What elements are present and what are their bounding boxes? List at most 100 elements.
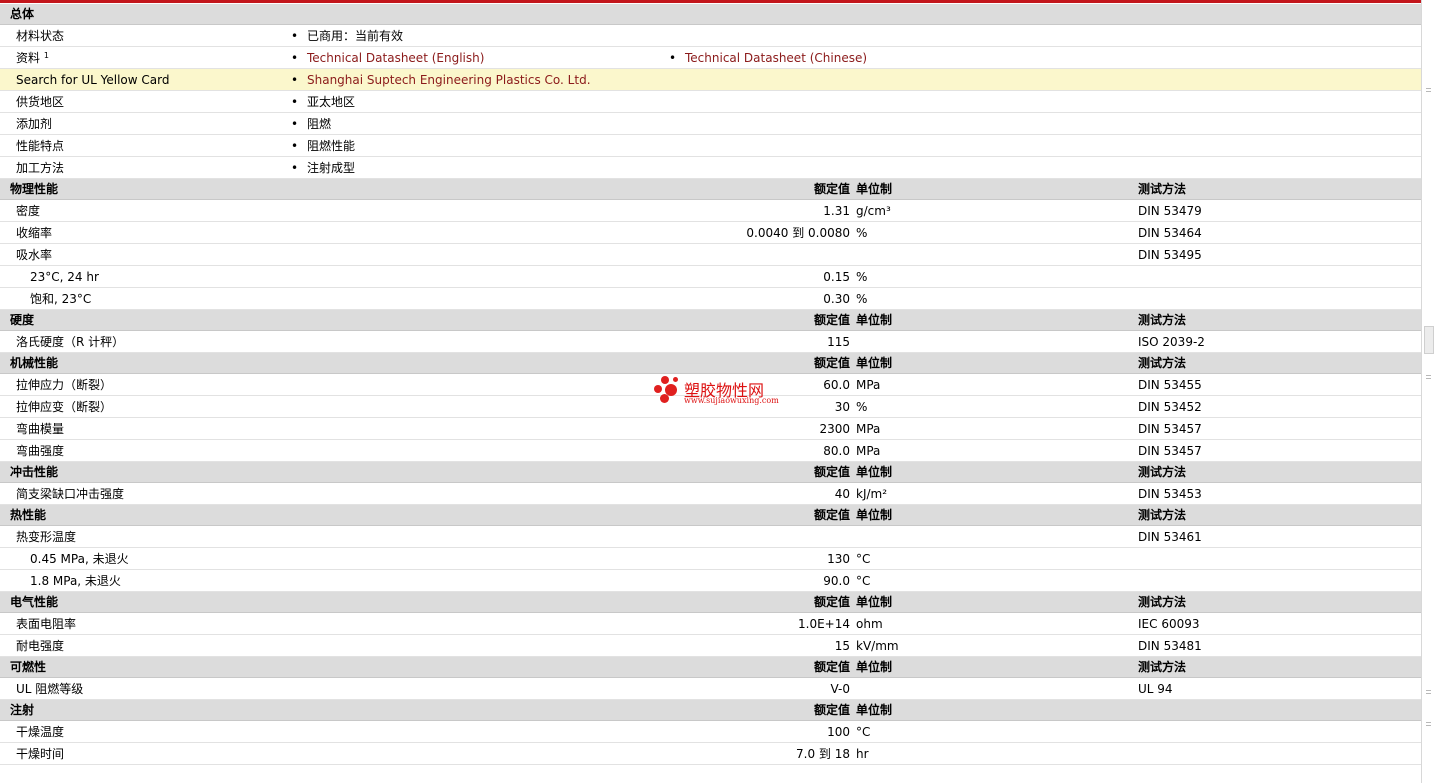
column-header-value: 额定值 [813,313,850,327]
column-header-method: 测试方法 [1138,508,1187,522]
vertical-scrollbar[interactable] [1421,0,1434,783]
test-method: DIN 53461 [1138,530,1202,544]
property-row: 干燥时间 7.0 到 18 hr [0,743,1421,765]
logo-dots-icon [653,375,683,405]
property-value: 130 [827,552,850,566]
section-title: 注射 [10,703,35,717]
section-header: 机械性能 额定值 单位制 测试方法 [0,353,1421,374]
test-method: DIN 53457 [1138,422,1202,436]
property-name: 洛氏硬度（R 计秤） [16,335,125,349]
property-value: 亚太地区 [291,91,355,113]
link-text[interactable]: Technical Datasheet (Chinese) [685,51,867,65]
test-method: UL 94 [1138,682,1173,696]
property-value: 60.0 [823,378,850,392]
property-name: 弯曲强度 [16,444,65,458]
property-name: Search for UL Yellow Card [16,73,170,87]
column-header-value: 额定值 [813,660,850,674]
test-method: DIN 53453 [1138,487,1202,501]
test-method: DIN 53455 [1138,378,1202,392]
property-value: 0.15 [823,270,850,284]
property-row: 饱和, 23°C 0.30% [0,288,1421,310]
property-name: UL 阻燃等级 [16,682,84,696]
test-method: DIN 53457 [1138,444,1202,458]
general-row: 添加剂 阻燃 [0,113,1421,135]
property-name: 干燥温度 [16,725,65,739]
property-value: 已商用：当前有效 [291,25,403,47]
property-unit: % [856,226,868,240]
property-unit: MPa [856,422,881,436]
property-name: 表面电阻率 [16,617,77,631]
property-value: 40 [834,487,850,501]
column-header-method: 测试方法 [1138,182,1187,196]
datasheet-link[interactable]: Shanghai Suptech Engineering Plastics Co… [291,69,591,91]
link-text[interactable]: Technical Datasheet (English) [307,51,484,65]
property-row: 密度 1.31 g/cm³ DIN 53479 [0,200,1421,222]
datasheet-link[interactable]: Technical Datasheet (English) [291,47,484,69]
property-name: 0.45 MPa, 未退火 [30,552,129,566]
property-value: 1.31 [823,204,850,218]
property-row: 简支梁缺口冲击强度 40 kJ/m² DIN 53453 [0,483,1421,505]
property-row: 1.8 MPa, 未退火 90.0 °C [0,570,1421,592]
section-title: 硬度 [10,313,35,327]
property-value: 0.0040 到 0.0080 [746,226,850,240]
column-header-value: 额定值 [813,465,850,479]
property-value: 30 [834,400,850,414]
property-row: 热变形温度 DIN 53461 [0,526,1421,548]
column-header-method: 测试方法 [1138,356,1187,370]
property-row: 弯曲模量 2300 MPa DIN 53457 [0,418,1421,440]
column-header-unit: 单位制 [856,595,893,609]
property-name: 吸水率 [16,248,53,262]
property-unit: °C [856,574,871,588]
property-value: 1.0E+14 [798,617,850,631]
column-header-unit: 单位制 [856,356,893,370]
property-value: 90.0 [823,574,850,588]
property-row: 洛氏硬度（R 计秤） 115 ISO 2039-2 [0,331,1421,353]
property-value: 7.0 到 18 [796,747,850,761]
property-unit: MPa [856,378,881,392]
property-unit: MPa [856,444,881,458]
general-row: 供货地区 亚太地区 [0,91,1421,113]
column-header-unit: 单位制 [856,703,893,717]
test-method: IEC 60093 [1138,617,1200,631]
property-value: V-0 [830,682,850,696]
general-row: 性能特点 阻燃性能 [0,135,1421,157]
column-header-unit: 单位制 [856,660,893,674]
section-header: 注射 额定值 单位制 [0,700,1421,721]
section-title: 总体 [10,7,35,21]
column-header-method: 测试方法 [1138,465,1187,479]
section-title: 热性能 [10,508,47,522]
property-unit: kJ/m² [856,487,888,501]
property-unit: hr [856,747,869,761]
datasheet-link[interactable]: Technical Datasheet (Chinese) [669,47,867,69]
property-value: 2300 [819,422,850,436]
property-unit: % [856,292,868,306]
test-method: DIN 53464 [1138,226,1202,240]
value-text: 阻燃 [307,117,332,131]
property-value: 注射成型 [291,157,355,179]
section-title: 可燃性 [10,660,47,674]
property-row: 收缩率 0.0040 到 0.0080% DIN 53464 [0,222,1421,244]
column-header-unit: 单位制 [856,182,893,196]
property-unit: °C [856,552,871,566]
column-header-value: 额定值 [813,595,850,609]
property-name: 收缩率 [16,226,53,240]
column-header-value: 额定值 [813,182,850,196]
property-name: 弯曲模量 [16,422,65,436]
section-header: 热性能 额定值 单位制 测试方法 [0,505,1421,526]
column-header-unit: 单位制 [856,465,893,479]
general-row: 加工方法 注射成型 [0,157,1421,179]
property-name: 密度 [16,204,41,218]
property-name: 材料状态 [16,29,65,43]
property-name: 热变形温度 [16,530,77,544]
property-value: 80.0 [823,444,850,458]
value-text: 阻燃性能 [307,139,356,153]
column-header-value: 额定值 [813,356,850,370]
property-name: 耐电强度 [16,639,65,653]
link-text[interactable]: Shanghai Suptech Engineering Plastics Co… [307,73,591,87]
test-method: ISO 2039-2 [1138,335,1205,349]
scrollbar-thumb[interactable] [1424,326,1434,354]
watermark-url: www.sujiaowuxing.com [684,396,779,405]
section-header: 物理性能 额定值 单位制 测试方法 [0,179,1421,200]
property-row: 表面电阻率 1.0E+14 ohm IEC 60093 [0,613,1421,635]
property-unit: °C [856,725,871,739]
